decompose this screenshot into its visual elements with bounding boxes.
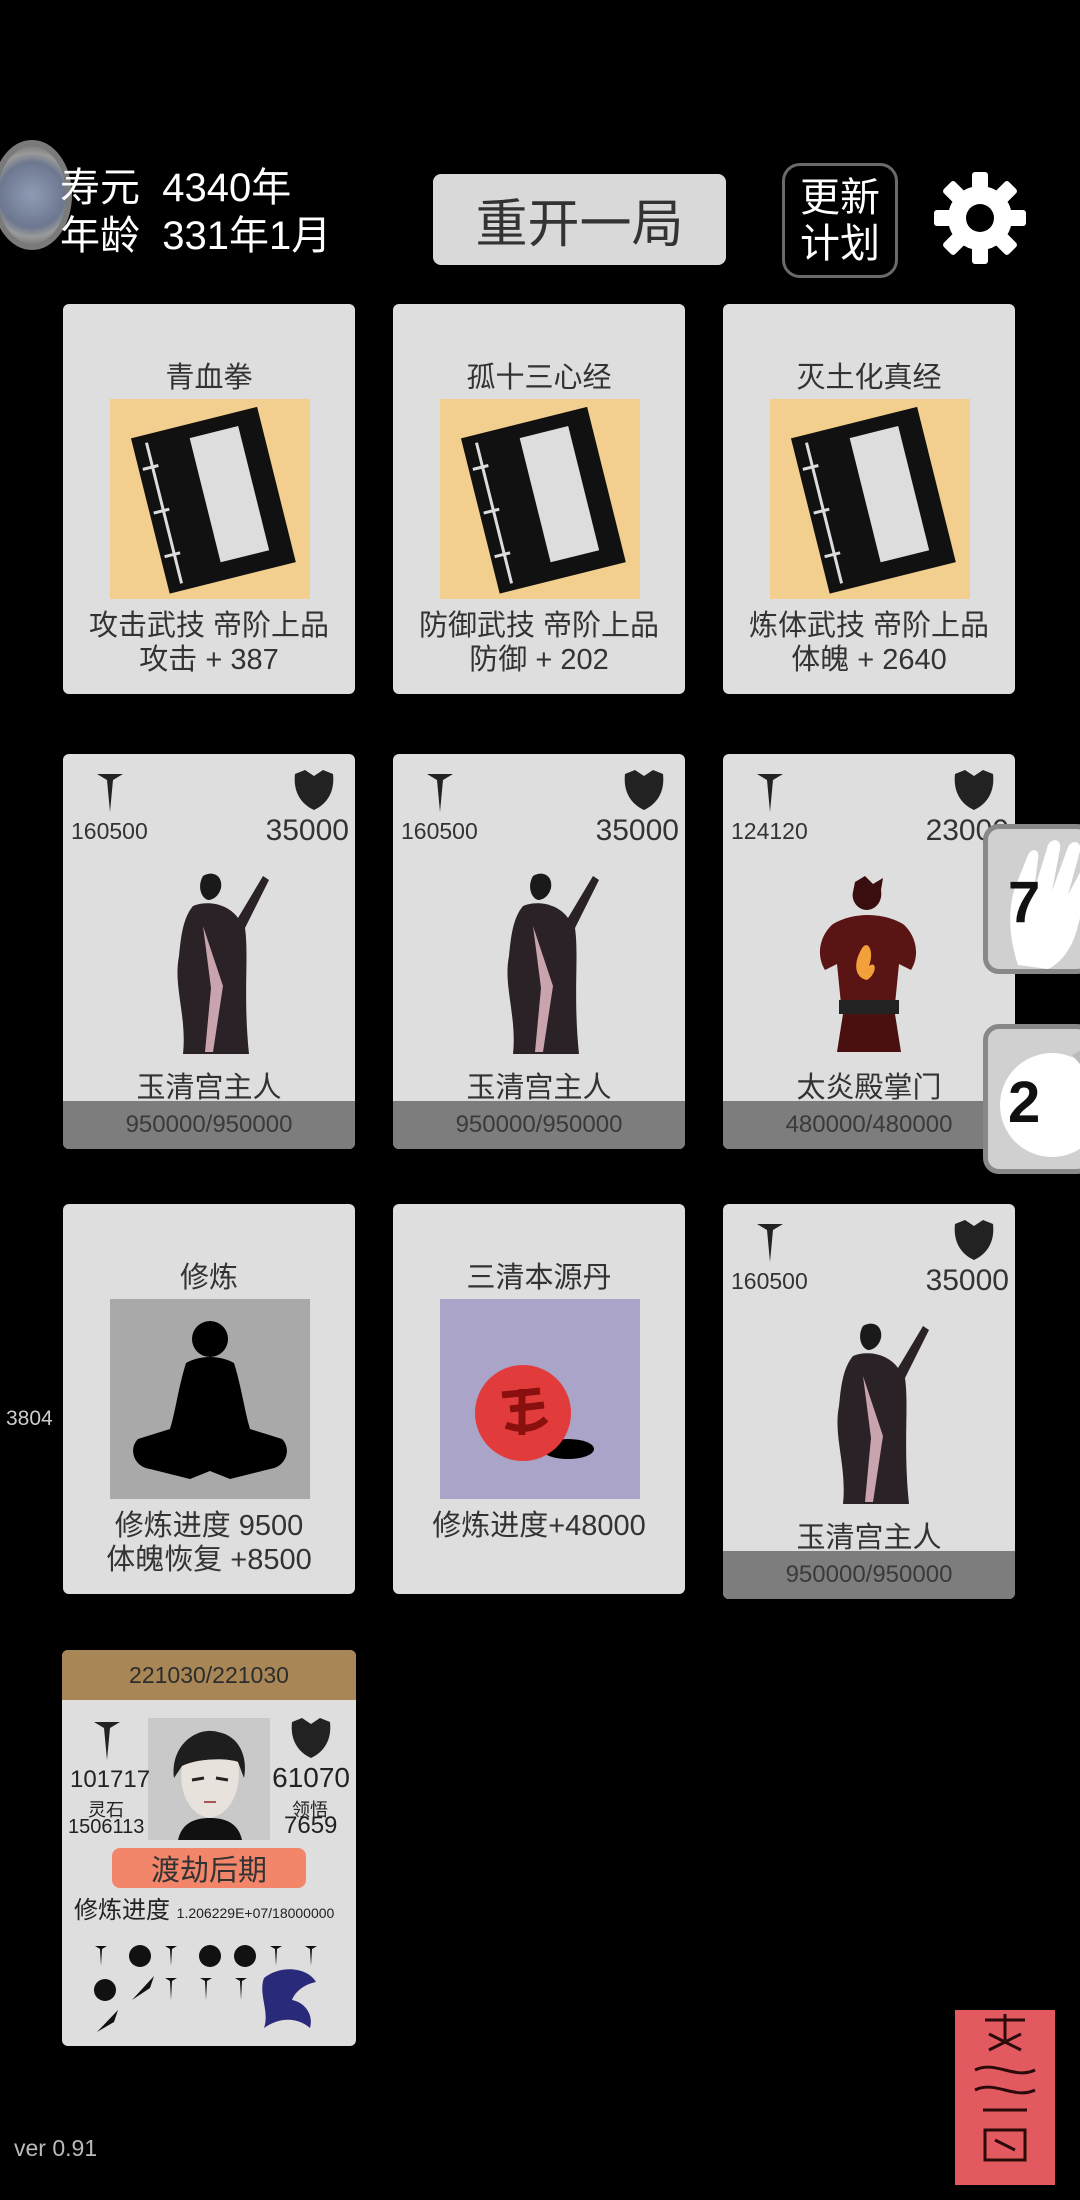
shield-icon — [294, 770, 334, 810]
version-label: ver 0.91 — [14, 2135, 98, 2161]
player-progress-value: 1.206229E+07/18000000 — [176, 1905, 335, 1921]
pill-card[interactable]: 三清本源丹 修炼进度+48000 — [393, 1204, 685, 1594]
left-counter: 3804 — [6, 1407, 53, 1430]
skill-card[interactable]: 青血拳 攻击武技 帝阶上品 攻击 + 387 — [63, 304, 355, 694]
shield-icon — [291, 1718, 331, 1758]
lifespan-row: 寿元 4340年 — [60, 164, 291, 212]
enemy-attack: 160500 — [731, 1268, 808, 1294]
skill-effect: 体魄 + 2640 — [791, 644, 947, 676]
player-card[interactable]: 221030/221030 101717 61070 灵石 1506113 领悟… — [62, 1650, 356, 2046]
gear-icon[interactable] — [930, 168, 1030, 268]
enemy-defense: 35000 — [265, 814, 349, 847]
training-card[interactable]: 修炼 修炼进度 9500 体魄恢复 +8500 — [63, 1204, 355, 1594]
training-recovery: 体魄恢复 +8500 — [106, 1544, 312, 1576]
skill-card[interactable]: 孤十三心经 防御武技 帝阶上品 防御 + 202 — [393, 304, 685, 694]
book-icon — [770, 399, 970, 599]
sword-icon — [757, 774, 783, 812]
enemy-card[interactable]: 124120 23000 太炎殿掌门 480000/480000 — [723, 754, 1015, 1149]
sword-icon — [427, 774, 453, 812]
shield-icon — [954, 770, 994, 810]
skill-name: 青血拳 — [165, 362, 253, 394]
enemy-hp-bar: 950000/950000 — [393, 1101, 685, 1149]
enemy-hp-bar: 950000/950000 — [723, 1551, 1015, 1599]
sword-icon — [97, 774, 123, 812]
enemy-name: 玉清宫主人 — [466, 1072, 612, 1104]
sword-icon — [94, 1722, 120, 1760]
training-name: 修炼 — [179, 1262, 238, 1294]
enemy-attack: 160500 — [71, 818, 148, 844]
enemy-portrait — [177, 873, 269, 1054]
enemy-card[interactable]: 160500 35000 玉清宫主人 950000/950000 — [723, 1204, 1015, 1599]
enemy-card[interactable]: 160500 35000 玉清宫主人 950000/950000 — [63, 754, 355, 1149]
age-label: 年龄 — [60, 214, 140, 258]
player-hp-bar: 221030/221030 — [62, 1650, 356, 1700]
plan-label-line2: 计划 — [800, 221, 880, 266]
hand-count: 7 — [1008, 870, 1041, 935]
enemy-portrait — [507, 873, 599, 1054]
enemy-name: 太炎殿掌门 — [796, 1072, 942, 1104]
shield-icon — [624, 770, 664, 810]
equipment-icons — [94, 1945, 317, 2032]
book-icon — [440, 399, 640, 599]
enemy-name: 玉清宫主人 — [796, 1522, 942, 1554]
sword-icon — [757, 1224, 783, 1262]
skill-card[interactable]: 灭土化真经 炼体武技 帝阶上品 体魄 + 2640 — [723, 304, 1015, 694]
shield-icon — [954, 1220, 994, 1260]
enemy-hp-bar: 950000/950000 — [63, 1101, 355, 1149]
enemy-defense: 35000 — [595, 814, 679, 847]
enemy-defense: 35000 — [925, 1264, 1009, 1297]
player-attack: 101717 — [70, 1766, 151, 1793]
skill-name: 孤十三心经 — [466, 362, 612, 394]
insight-value: 7659 — [284, 1812, 338, 1839]
lifespan-label: 寿元 — [60, 166, 140, 210]
sword-count: 2 — [1008, 1070, 1041, 1135]
plan-label-line1: 更新 — [800, 175, 880, 220]
hand-action-button[interactable]: 7 — [983, 824, 1080, 974]
player-defense: 61070 — [272, 1762, 350, 1793]
skill-effect: 攻击 + 387 — [139, 644, 279, 676]
age-value: 331年1月 — [162, 214, 332, 258]
enemy-attack: 124120 — [731, 818, 808, 844]
meditation-icon — [110, 1299, 310, 1499]
sword-action-button[interactable]: 2 — [983, 1024, 1080, 1174]
book-icon — [110, 399, 310, 599]
pill-effect: 修炼进度+48000 — [432, 1510, 646, 1542]
pill-icon — [440, 1299, 640, 1499]
lifespan-value: 4340年 — [162, 166, 292, 210]
restart-button[interactable]: 重开一局 — [433, 174, 726, 265]
pill-name: 三清本源丹 — [466, 1262, 612, 1294]
enemy-name: 玉清宫主人 — [136, 1072, 282, 1104]
age-row: 年龄 331年1月 — [60, 212, 331, 260]
player-progress-row: 修炼进度 1.206229E+07/18000000 — [74, 1890, 334, 1925]
skill-effect: 防御 + 202 — [469, 644, 609, 676]
enemy-hp-bar: 480000/480000 — [723, 1101, 1015, 1149]
enemy-portrait — [819, 876, 917, 1052]
skill-name: 灭土化真经 — [796, 362, 942, 394]
avatar — [148, 1718, 270, 1840]
spirit-stone-value: 1506113 — [68, 1816, 145, 1838]
seal-stamp-icon[interactable] — [955, 2010, 1055, 2185]
player-progress-label: 修炼进度 — [74, 1897, 170, 1924]
realm-badge: 渡劫后期 — [112, 1848, 306, 1888]
enemy-portrait — [837, 1323, 929, 1504]
update-plan-button[interactable]: 更新 计划 — [782, 163, 898, 278]
enemy-attack: 160500 — [401, 818, 478, 844]
enemy-card[interactable]: 160500 35000 玉清宫主人 950000/950000 — [393, 754, 685, 1149]
